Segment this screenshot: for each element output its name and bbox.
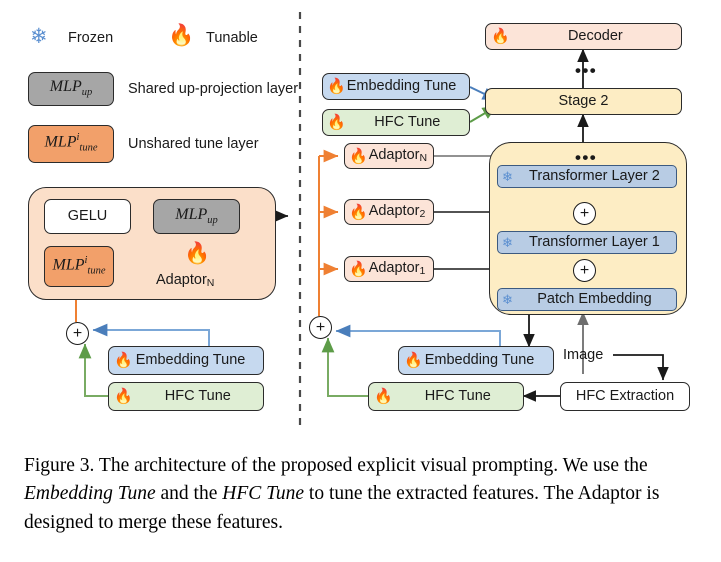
bottom-hfc-tune-flame-icon: 🔥 <box>374 388 393 405</box>
mlp-tune-text: MLPitune <box>52 254 106 277</box>
right-sum-node: + <box>309 316 332 339</box>
transformer-layer-2-snowflake-icon: ❄ <box>502 169 513 184</box>
top-embedding-tune-box: 🔥 Embedding Tune <box>322 73 470 100</box>
flame-icon: 🔥 <box>168 24 195 47</box>
legend-mlp-tune-text: MLPitune <box>44 132 98 154</box>
figure-caption: Figure 3. The architecture of the propos… <box>24 452 696 537</box>
adaptor-flame-icon: 🔥 <box>184 242 211 265</box>
bottom-embedding-tune-flame-icon: 🔥 <box>404 352 423 369</box>
transformer-layer-1-snowflake-icon: ❄ <box>502 235 513 250</box>
decoder-label: Decoder <box>567 28 623 45</box>
top-hfc-tune-flame-icon: 🔥 <box>327 114 346 131</box>
left-embedding-tune-box: 🔥 Embedding Tune <box>108 346 264 375</box>
transformer-layer-1-label: Transformer Layer 1 <box>529 234 660 251</box>
snowflake-icon: ❄ <box>30 25 48 48</box>
adaptor-2-box: 🔥 Adaptor2 <box>344 199 434 225</box>
adaptor-1-flame-icon: 🔥 <box>349 260 368 278</box>
adaptor-n-box: 🔥 AdaptorN <box>344 143 434 169</box>
patch-embedding-snowflake-icon: ❄ <box>502 292 513 307</box>
legend-mlp-up-text: MLPup <box>49 78 93 99</box>
mlp-up-box: MLPup <box>153 199 240 234</box>
mlp-tune-box: MLPitune <box>44 246 114 287</box>
embedding-tune-flame-icon: 🔥 <box>114 352 133 369</box>
adaptor-1-box: 🔥 Adaptor1 <box>344 256 434 282</box>
transformer-layer-2-box: ❄ Transformer Layer 2 <box>497 165 677 188</box>
top-hfc-tune-box: 🔥 HFC Tune <box>322 109 470 136</box>
sum-node-2-symbol: + <box>579 204 590 222</box>
sum-node-1-symbol: + <box>579 261 590 279</box>
legend-mlp-up-desc: Shared up-projection layer <box>128 81 299 97</box>
top-hfc-tune-label: HFC Tune <box>374 114 441 131</box>
image-label: Image <box>563 347 604 363</box>
bottom-hfc-tune-box: 🔥 HFC Tune <box>368 382 524 411</box>
legend-mlp-up-box: MLPup <box>28 72 114 106</box>
figure-canvas: ❄ Frozen 🔥 Tunable MLPup Shared up-proje… <box>0 0 721 440</box>
caption-prefix: Figure 3. The architecture of the propos… <box>24 455 648 476</box>
legend-frozen-label: Frozen <box>68 30 114 46</box>
legend-mlp-tune-desc: Unshared tune layer <box>128 136 259 152</box>
stage2-label: Stage 2 <box>558 93 609 110</box>
caption-mid: and the <box>155 483 223 505</box>
adaptor-1-label: Adaptor1 <box>368 260 426 278</box>
caption-emphasis-embedding-tune: Embedding Tune <box>24 483 156 505</box>
hfc-extraction-box: HFC Extraction <box>560 382 690 411</box>
bottom-hfc-tune-label: HFC Tune <box>424 388 491 405</box>
patch-embedding-box: ❄ Patch Embedding <box>497 288 677 311</box>
left-hfc-tune-box: 🔥 HFC Tune <box>108 382 264 411</box>
legend-tunable-label: Tunable <box>206 30 258 46</box>
hfc-extraction-label: HFC Extraction <box>575 388 675 405</box>
adaptor-2-label: Adaptor2 <box>368 203 426 221</box>
sum-node-1: + <box>573 259 596 282</box>
decoder-flame-icon: 🔥 <box>491 28 510 45</box>
adaptor-n-label: AdaptorN <box>368 147 428 165</box>
legend-mlp-tune-box: MLPitune <box>28 125 114 163</box>
bottom-embedding-tune-label: Embedding Tune <box>424 352 535 369</box>
bottom-embedding-tune-box: 🔥 Embedding Tune <box>398 346 554 375</box>
transformer-layer-2-label: Transformer Layer 2 <box>529 168 660 185</box>
mlp-up-text: MLPup <box>175 205 218 226</box>
gelu-label: GELU <box>67 208 108 225</box>
left-sum-symbol: + <box>72 324 83 342</box>
adaptor-n-flame-icon: 🔥 <box>349 147 368 165</box>
adaptor-2-flame-icon: 🔥 <box>349 203 368 221</box>
gelu-box: GELU <box>44 199 131 234</box>
stage2-box: Stage 2 <box>485 88 682 115</box>
caption-emphasis-hfc-tune: HFC Tune <box>222 483 305 505</box>
right-sum-symbol: + <box>315 318 326 336</box>
backbone-ellipsis: ••• <box>575 148 598 167</box>
left-embedding-tune-label: Embedding Tune <box>135 352 246 369</box>
left-hfc-tune-label: HFC Tune <box>164 388 231 405</box>
sum-node-2: + <box>573 202 596 225</box>
decoder-box: 🔥 Decoder <box>485 23 682 50</box>
left-sum-node: + <box>66 322 89 345</box>
top-embedding-tune-label: Embedding Tune <box>346 78 457 95</box>
patch-embedding-label: Patch Embedding <box>537 291 652 308</box>
transformer-layer-1-box: ❄ Transformer Layer 1 <box>497 231 677 254</box>
hfc-tune-flame-icon: 🔥 <box>114 388 133 405</box>
adaptor-n-caption: AdaptorN <box>156 272 215 289</box>
top-embedding-tune-flame-icon: 🔥 <box>327 78 346 95</box>
decoder-ellipsis: ••• <box>575 61 598 80</box>
